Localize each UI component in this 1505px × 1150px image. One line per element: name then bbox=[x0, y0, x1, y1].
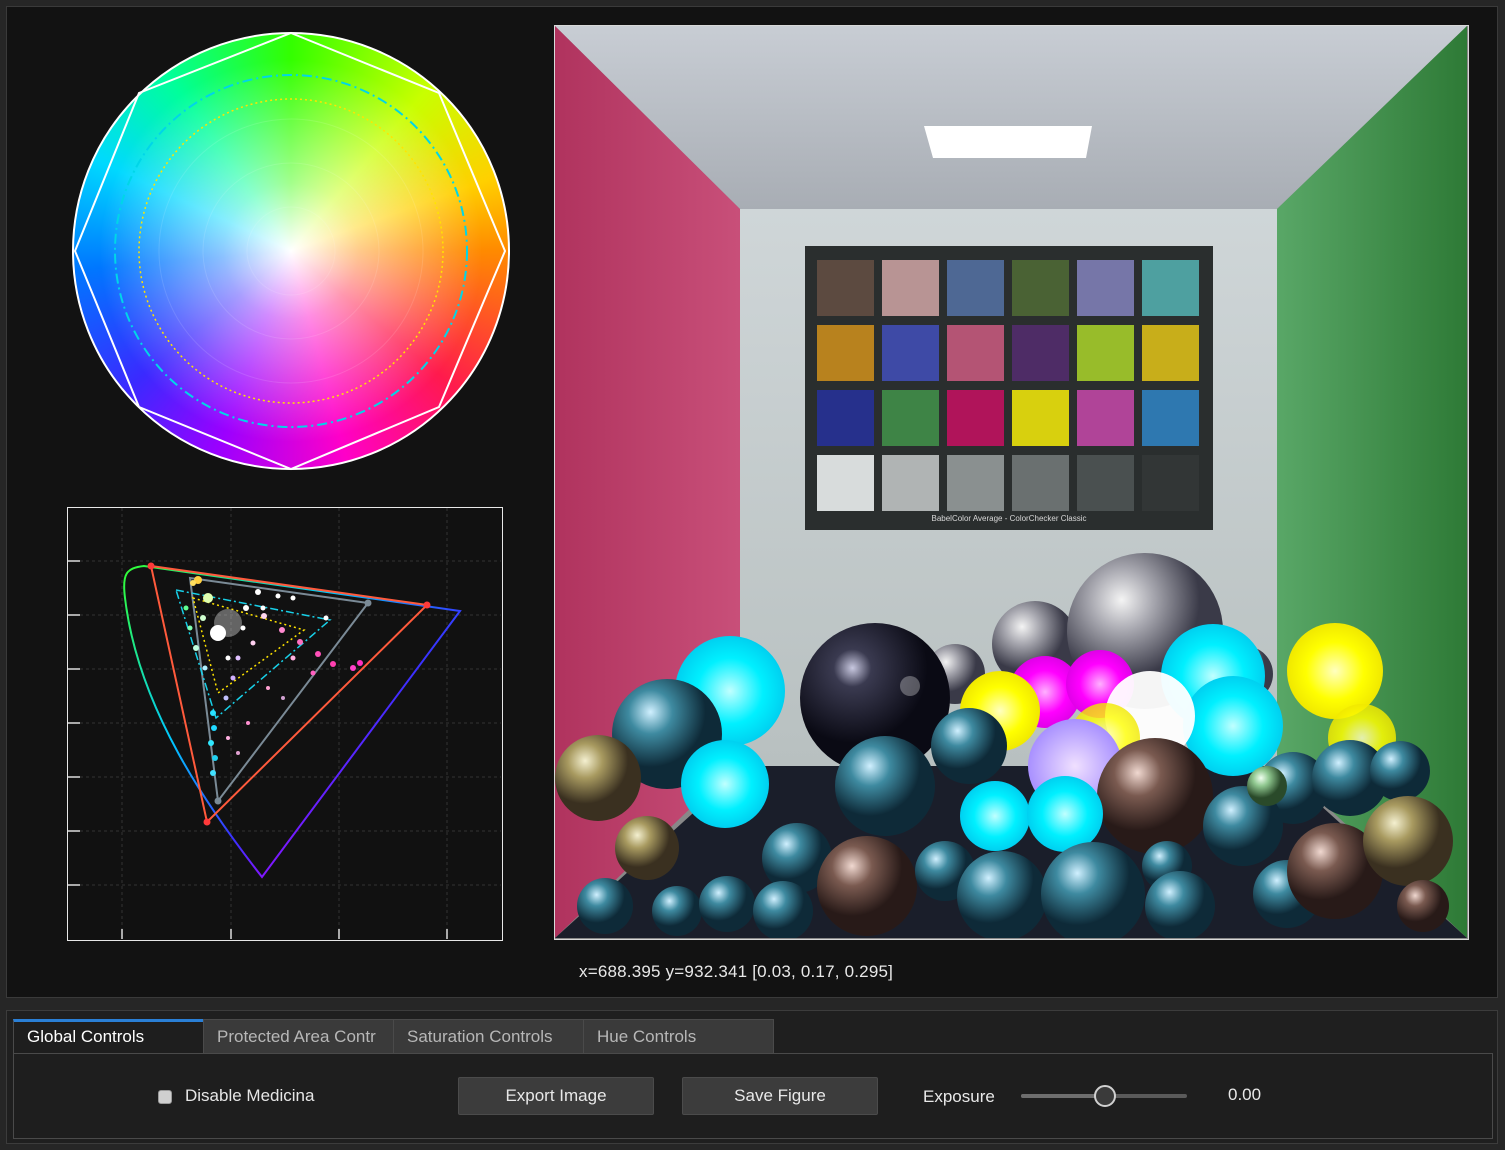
gamut-boundary-dashdot bbox=[114, 74, 468, 428]
save-figure-button[interactable]: Save Figure bbox=[682, 1077, 878, 1115]
color-patch bbox=[1077, 455, 1134, 511]
hue-wheel-overlay bbox=[72, 31, 510, 471]
color-patch bbox=[1012, 455, 1069, 511]
color-patch bbox=[1077, 325, 1134, 381]
disable-medicina-checkbox[interactable] bbox=[158, 1090, 172, 1104]
controls-panel: Global Controls Protected Area Contr Sat… bbox=[6, 1010, 1498, 1144]
disable-medicina-label: Disable Medicina bbox=[185, 1086, 315, 1105]
color-patch bbox=[817, 390, 874, 446]
app-window: BabelColor Average - ColorChecker Classi… bbox=[0, 0, 1505, 1150]
grid-lines bbox=[68, 508, 501, 939]
color-patch bbox=[817, 455, 874, 511]
hue-wheel-plot[interactable] bbox=[67, 27, 515, 475]
color-patch bbox=[817, 260, 874, 316]
color-patch bbox=[947, 455, 1004, 511]
primary-markers bbox=[147, 562, 431, 826]
chromaticity-diagram[interactable] bbox=[67, 507, 503, 941]
color-patch bbox=[1077, 260, 1134, 316]
figure-panel: BabelColor Average - ColorChecker Classi… bbox=[6, 6, 1498, 998]
render-svg: BabelColor Average - ColorChecker Classi… bbox=[555, 26, 1467, 938]
rendered-image-view[interactable]: BabelColor Average - ColorChecker Classi… bbox=[554, 25, 1469, 940]
color-patch bbox=[1142, 390, 1199, 446]
export-image-button[interactable]: Export Image bbox=[458, 1077, 654, 1115]
global-controls-content: Disable Medicina Export Image Save Figur… bbox=[13, 1053, 1493, 1139]
ceiling-light bbox=[924, 126, 1092, 158]
color-patch bbox=[947, 325, 1004, 381]
color-patch bbox=[947, 260, 1004, 316]
gamut-polygon bbox=[73, 31, 507, 471]
cursor-readout: x=688.395 y=932.341 [0.03, 0.17, 0.295] bbox=[579, 962, 894, 981]
color-patch bbox=[882, 455, 939, 511]
color-patch bbox=[817, 325, 874, 381]
color-patch bbox=[882, 260, 939, 316]
exposure-slider-handle[interactable] bbox=[1094, 1085, 1116, 1107]
color-patch bbox=[1142, 455, 1199, 511]
exposure-value: 0.00 bbox=[1228, 1085, 1262, 1104]
chart-caption: BabelColor Average - ColorChecker Classi… bbox=[931, 514, 1086, 523]
color-patch bbox=[1142, 325, 1199, 381]
color-patch bbox=[1077, 390, 1134, 446]
color-patch bbox=[1012, 325, 1069, 381]
exposure-slider[interactable] bbox=[1021, 1085, 1187, 1107]
color-patch bbox=[947, 390, 1004, 446]
tab-hue-controls[interactable]: Hue Controls bbox=[583, 1019, 774, 1053]
color-patch bbox=[1012, 260, 1069, 316]
chromaticity-svg bbox=[68, 508, 501, 939]
color-patch bbox=[882, 325, 939, 381]
exposure-label: Exposure bbox=[923, 1087, 995, 1106]
exposure-slider-fill bbox=[1021, 1094, 1104, 1098]
color-patch bbox=[882, 390, 939, 446]
gamut-boundary-dotted bbox=[138, 98, 444, 404]
color-patch bbox=[1142, 260, 1199, 316]
tab-protected-area-controls[interactable]: Protected Area Contr bbox=[203, 1019, 394, 1053]
color-patch bbox=[1012, 390, 1069, 446]
colorchecker-chart: BabelColor Average - ColorChecker Classi… bbox=[805, 246, 1213, 530]
tab-global-controls[interactable]: Global Controls bbox=[13, 1019, 204, 1053]
tab-saturation-controls[interactable]: Saturation Controls bbox=[393, 1019, 584, 1053]
